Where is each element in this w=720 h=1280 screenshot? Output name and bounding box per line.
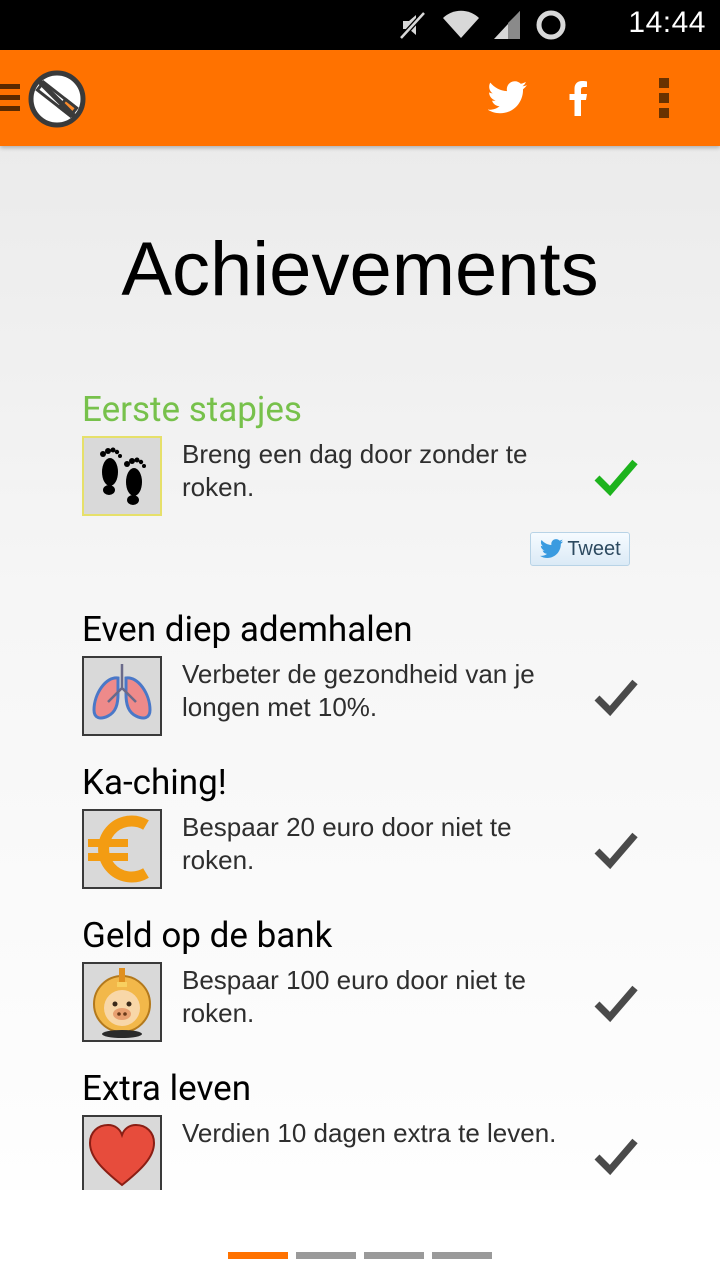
tweet-label: Tweet [567,537,621,560]
checkmark-icon [594,679,638,717]
twitter-bird-icon [540,539,564,558]
footprints-icon [82,436,162,516]
checkmark-icon [594,1138,638,1176]
achievement-title: Geld op de bank [82,915,333,956]
status-clock: 14:44 [628,6,706,39]
achievement-title: Even diep ademhalen [82,609,413,650]
achievement-item-extra-leven[interactable]: Extra leven Verdien 10 dagen extra te le… [82,1069,642,1195]
achievement-item-eerste-stapjes[interactable]: Eerste stapjes Breng een dag door zonder… [82,389,642,566]
status-icons [396,8,568,42]
checkmark-icon [594,832,638,870]
action-bar [0,50,720,146]
achievement-description: Verdien 10 dagen extra te leven. [182,1118,557,1148]
mute-icon [399,11,426,40]
sync-icon [536,10,566,40]
tweet-button[interactable]: Tweet [530,532,630,566]
achievement-description: Breng een dag door zonder te roken. [182,439,528,502]
achievement-item-geld-op-de-bank[interactable]: Geld op de bank Bespaar 100 euro door ni… [82,916,642,1042]
achievement-title: Extra leven [82,1068,252,1109]
achievement-title: Eerste stapjes [82,389,302,430]
heart-icon [82,1115,162,1195]
facebook-share-button[interactable] [560,72,596,124]
checkmark-icon [594,985,638,1023]
facebook-icon [569,81,587,116]
signal-icon [494,11,520,39]
overflow-menu-button[interactable] [644,72,684,124]
no-smoking-logo[interactable] [26,68,88,130]
list-bottom-area [0,1190,720,1280]
page-indicator-1[interactable] [228,1252,288,1259]
checkmark-icon [594,459,638,497]
status-bar: 14:44 [0,0,720,50]
twitter-share-button[interactable] [484,72,532,124]
piggy-bank-icon [82,962,162,1042]
achievements-page[interactable]: Achievements Eerste stapjes Breng een da… [0,146,720,1280]
achievement-item-ka-ching[interactable]: Ka-ching! Bespaar 20 euro door niet te r… [82,763,642,889]
wifi-icon [443,10,479,39]
achievement-item-even-diep-ademhalen[interactable]: Even diep ademhalen Verbeter de gezondhe… [82,610,642,736]
page-indicator[interactable] [228,1252,492,1259]
achievement-title: Ka-ching! [82,762,227,803]
overflow-menu-icon [659,78,669,118]
lungs-icon [82,656,162,736]
page-indicator-2[interactable] [296,1252,356,1259]
achievement-description: Verbeter de gezondheid van je longen met… [182,659,535,722]
drawer-indicator-icon[interactable] [0,84,20,112]
achievement-description: Bespaar 20 euro door niet te roken. [182,812,512,875]
page-indicator-3[interactable] [364,1252,424,1259]
achievement-description: Bespaar 100 euro door niet te roken. [182,965,527,1028]
euro-icon [82,809,162,889]
page-title: Achievements [121,227,599,312]
page-indicator-4[interactable] [432,1252,492,1259]
twitter-icon [488,81,527,114]
